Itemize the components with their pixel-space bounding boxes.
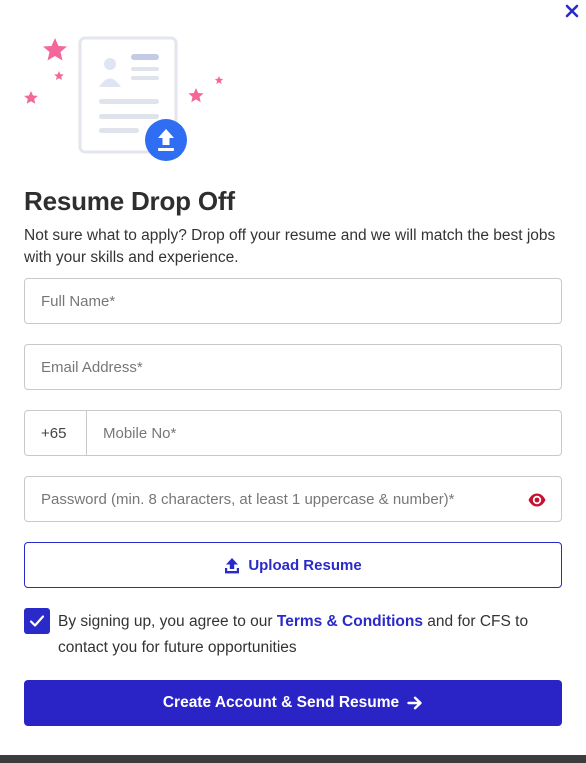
create-account-submit-button[interactable]: Create Account & Send Resume bbox=[24, 680, 562, 726]
mobile-field[interactable]: +65 bbox=[24, 410, 562, 456]
eye-icon[interactable] bbox=[527, 490, 547, 510]
page-title: Resume Drop Off bbox=[24, 186, 235, 216]
consent-text-before: By signing up, you agree to our bbox=[58, 613, 277, 630]
star-icon bbox=[188, 88, 204, 103]
consent-text: By signing up, you agree to our Terms & … bbox=[58, 609, 558, 661]
terms-conditions-link[interactable]: Terms & Conditions bbox=[277, 613, 423, 630]
mobile-input[interactable] bbox=[87, 411, 561, 455]
page-bottom-edge bbox=[0, 755, 586, 763]
page-subtitle: Not sure what to apply? Drop off your re… bbox=[24, 227, 556, 266]
star-icon bbox=[214, 76, 224, 84]
resume-dropoff-modal: Resume Drop Off Not sure what to apply? … bbox=[0, 0, 586, 755]
close-button[interactable] bbox=[562, 0, 582, 22]
star-icon bbox=[54, 71, 64, 80]
full-name-field[interactable] bbox=[24, 278, 562, 324]
star-icon bbox=[43, 38, 67, 61]
close-icon bbox=[565, 4, 579, 18]
star-icon bbox=[24, 91, 38, 104]
upload-icon bbox=[225, 557, 240, 573]
country-code-prefix[interactable]: +65 bbox=[25, 411, 87, 455]
checkmark-icon bbox=[29, 615, 45, 627]
consent-checkbox[interactable] bbox=[24, 608, 50, 634]
password-input[interactable] bbox=[25, 477, 561, 521]
upload-resume-button[interactable]: Upload Resume bbox=[24, 542, 562, 588]
submit-label: Create Account & Send Resume bbox=[162, 694, 400, 711]
upload-resume-label: Upload Resume bbox=[248, 556, 362, 574]
email-input[interactable] bbox=[25, 345, 561, 389]
resume-upload-illustration bbox=[24, 36, 224, 161]
email-field[interactable] bbox=[24, 344, 562, 390]
password-field[interactable] bbox=[24, 476, 562, 522]
full-name-input[interactable] bbox=[25, 279, 561, 323]
arrow-right-icon bbox=[407, 696, 422, 710]
